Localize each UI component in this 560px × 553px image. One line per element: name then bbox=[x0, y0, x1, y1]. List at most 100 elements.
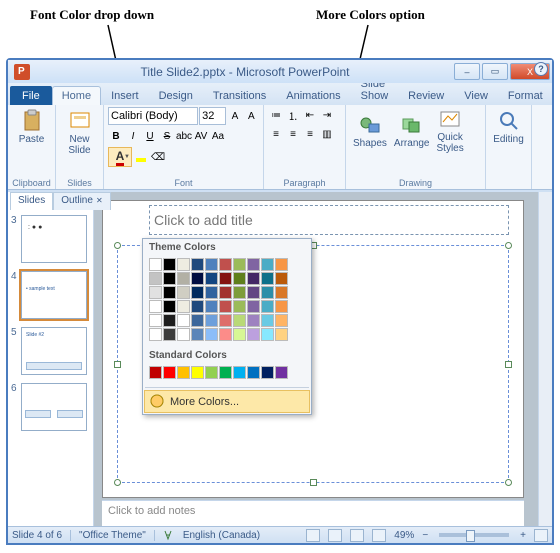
color-swatch[interactable] bbox=[219, 286, 232, 299]
change-case-button[interactable]: Aa bbox=[210, 128, 226, 144]
color-swatch[interactable] bbox=[205, 300, 218, 313]
bullets-button[interactable]: ≔ bbox=[268, 107, 284, 123]
tab-animations[interactable]: Animations bbox=[276, 86, 350, 105]
color-swatch[interactable] bbox=[219, 314, 232, 327]
thumb-6[interactable]: 6 bbox=[11, 383, 90, 431]
normal-view-button[interactable] bbox=[306, 529, 320, 542]
color-swatch[interactable] bbox=[177, 258, 190, 271]
columns-button[interactable]: ▥ bbox=[319, 126, 335, 142]
color-swatch[interactable] bbox=[233, 300, 246, 313]
notes-pane[interactable]: Click to add notes bbox=[102, 500, 524, 526]
color-swatch[interactable] bbox=[177, 314, 190, 327]
color-swatch[interactable] bbox=[219, 272, 232, 285]
color-swatch[interactable] bbox=[191, 300, 204, 313]
color-swatch[interactable] bbox=[163, 314, 176, 327]
color-swatch[interactable] bbox=[163, 366, 176, 379]
color-swatch[interactable] bbox=[191, 366, 204, 379]
color-swatch[interactable] bbox=[233, 314, 246, 327]
shapes-button[interactable]: Shapes bbox=[350, 113, 390, 149]
color-swatch[interactable] bbox=[205, 286, 218, 299]
color-swatch[interactable] bbox=[275, 286, 288, 299]
color-swatch[interactable] bbox=[219, 328, 232, 341]
editing-button[interactable]: Editing bbox=[490, 107, 527, 147]
underline-button[interactable]: U bbox=[142, 128, 158, 144]
spellcheck-icon[interactable] bbox=[163, 529, 175, 541]
color-swatch[interactable] bbox=[149, 328, 162, 341]
tab-view[interactable]: View bbox=[454, 86, 498, 105]
color-swatch[interactable] bbox=[261, 258, 274, 271]
color-swatch[interactable] bbox=[205, 272, 218, 285]
color-swatch[interactable] bbox=[247, 328, 260, 341]
color-swatch[interactable] bbox=[261, 272, 274, 285]
sorter-view-button[interactable] bbox=[328, 529, 342, 542]
font-color-dropdown-button[interactable]: A ▼ bbox=[108, 147, 132, 167]
highlight-button[interactable] bbox=[133, 149, 149, 165]
align-center-button[interactable]: ≡ bbox=[285, 126, 301, 142]
color-swatch[interactable] bbox=[149, 314, 162, 327]
color-swatch[interactable] bbox=[163, 286, 176, 299]
color-swatch[interactable] bbox=[261, 314, 274, 327]
color-swatch[interactable] bbox=[275, 300, 288, 313]
status-language[interactable]: English (Canada) bbox=[183, 530, 260, 541]
thumb-5[interactable]: 5 Slide #2 bbox=[11, 327, 90, 375]
help-button[interactable]: ? bbox=[534, 62, 548, 76]
color-swatch[interactable] bbox=[233, 258, 246, 271]
tab-file[interactable]: File bbox=[10, 86, 52, 105]
color-swatch[interactable] bbox=[163, 328, 176, 341]
tab-home[interactable]: Home bbox=[52, 86, 101, 105]
color-swatch[interactable] bbox=[261, 300, 274, 313]
minimize-button[interactable]: – bbox=[454, 63, 480, 80]
indent-inc-button[interactable]: ⇥ bbox=[319, 107, 335, 123]
panel-tab-outline[interactable]: Outline✕ bbox=[53, 192, 110, 210]
maximize-button[interactable]: ▭ bbox=[482, 63, 508, 80]
tab-format[interactable]: Format bbox=[498, 86, 553, 105]
align-left-button[interactable]: ≡ bbox=[268, 126, 284, 142]
font-size-combo[interactable]: 32 bbox=[199, 107, 226, 125]
zoom-slider[interactable] bbox=[439, 533, 509, 537]
shrink-font-button[interactable]: A bbox=[244, 108, 259, 124]
color-swatch[interactable] bbox=[275, 314, 288, 327]
strike-button[interactable]: S bbox=[159, 128, 175, 144]
indent-dec-button[interactable]: ⇤ bbox=[302, 107, 318, 123]
color-swatch[interactable] bbox=[177, 272, 190, 285]
italic-button[interactable]: I bbox=[125, 128, 141, 144]
color-swatch[interactable] bbox=[219, 300, 232, 313]
panel-tab-slides[interactable]: Slides bbox=[10, 192, 53, 210]
quick-styles-button[interactable]: Quick Styles bbox=[434, 107, 467, 154]
thumb-3[interactable]: 3 : ● ● bbox=[11, 215, 90, 263]
thumb-4[interactable]: 4 • sample text bbox=[11, 271, 90, 319]
tab-design[interactable]: Design bbox=[149, 86, 203, 105]
shadow-button[interactable]: abc bbox=[176, 128, 192, 144]
color-swatch[interactable] bbox=[247, 272, 260, 285]
color-swatch[interactable] bbox=[247, 286, 260, 299]
tab-insert[interactable]: Insert bbox=[101, 86, 149, 105]
close-panel-icon[interactable]: ✕ bbox=[96, 196, 103, 205]
color-swatch[interactable] bbox=[247, 258, 260, 271]
color-swatch[interactable] bbox=[163, 272, 176, 285]
bold-button[interactable]: B bbox=[108, 128, 124, 144]
color-swatch[interactable] bbox=[275, 366, 288, 379]
color-swatch[interactable] bbox=[219, 258, 232, 271]
tab-review[interactable]: Review bbox=[398, 86, 454, 105]
color-swatch[interactable] bbox=[219, 366, 232, 379]
color-swatch[interactable] bbox=[205, 258, 218, 271]
font-name-combo[interactable]: Calibri (Body) bbox=[108, 107, 198, 125]
more-colors-item[interactable]: More Colors... bbox=[144, 390, 310, 413]
color-swatch[interactable] bbox=[191, 258, 204, 271]
color-swatch[interactable] bbox=[261, 286, 274, 299]
color-swatch[interactable] bbox=[247, 300, 260, 313]
zoom-in-button[interactable]: + bbox=[520, 530, 526, 541]
color-swatch[interactable] bbox=[261, 366, 274, 379]
color-swatch[interactable] bbox=[275, 272, 288, 285]
new-slide-button[interactable]: New Slide bbox=[60, 107, 99, 158]
vertical-scrollbar[interactable] bbox=[538, 192, 552, 526]
color-swatch[interactable] bbox=[261, 328, 274, 341]
arrange-button[interactable]: Arrange bbox=[391, 113, 433, 149]
color-swatch[interactable] bbox=[163, 258, 176, 271]
clear-format-button[interactable]: ⌫ bbox=[150, 149, 166, 165]
color-swatch[interactable] bbox=[149, 300, 162, 313]
color-swatch[interactable] bbox=[205, 314, 218, 327]
color-swatch[interactable] bbox=[191, 286, 204, 299]
color-swatch[interactable] bbox=[177, 300, 190, 313]
paste-button[interactable]: Paste bbox=[12, 107, 51, 147]
